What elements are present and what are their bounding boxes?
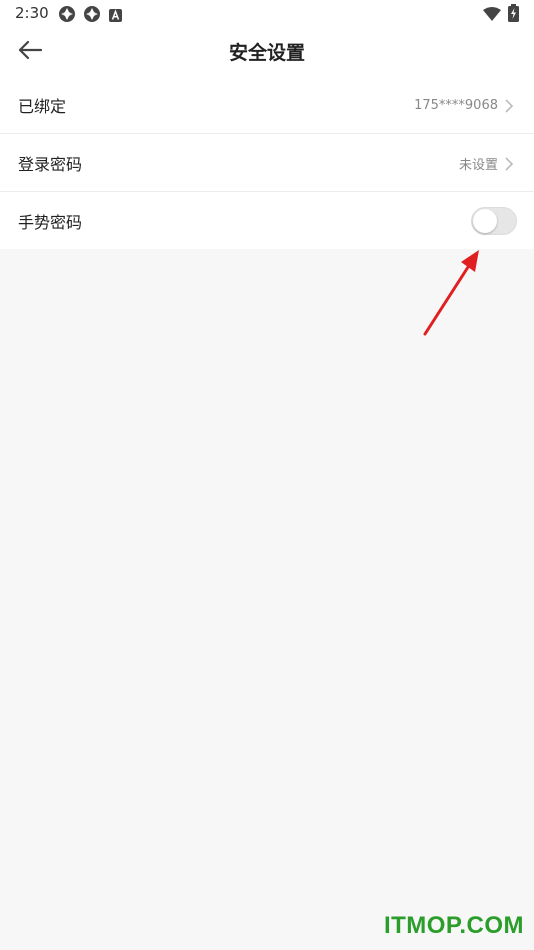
- title-bar: 安全设置: [0, 28, 534, 76]
- chevron-right-icon: [504, 98, 514, 113]
- toggle-knob: [473, 209, 497, 233]
- app-icon-1: [58, 5, 76, 27]
- status-bar: 2:30: [0, 0, 534, 28]
- annotation-arrow-icon: [415, 242, 485, 342]
- watermark-logo: ITMOP.COM: [383, 912, 524, 939]
- row-value: 175****9068: [414, 97, 498, 113]
- a-icon: [109, 7, 122, 26]
- row-label: 登录密码: [18, 155, 83, 174]
- settings-row-login-password[interactable]: 登录密码 未设置: [0, 134, 534, 192]
- chevron-right-icon: [504, 156, 514, 171]
- app-icon-2: [83, 5, 101, 27]
- row-value: 未设置: [458, 157, 498, 173]
- battery-charging-icon: [508, 4, 519, 26]
- page-title: 安全设置: [228, 42, 305, 64]
- gesture-password-toggle[interactable]: [471, 207, 517, 235]
- row-label: 已绑定: [18, 97, 67, 116]
- wifi-icon: [483, 6, 501, 25]
- settings-row-bound-phone[interactable]: 已绑定 175****9068: [0, 76, 534, 134]
- status-time: 2:30: [15, 4, 49, 22]
- row-label: 手势密码: [18, 213, 83, 232]
